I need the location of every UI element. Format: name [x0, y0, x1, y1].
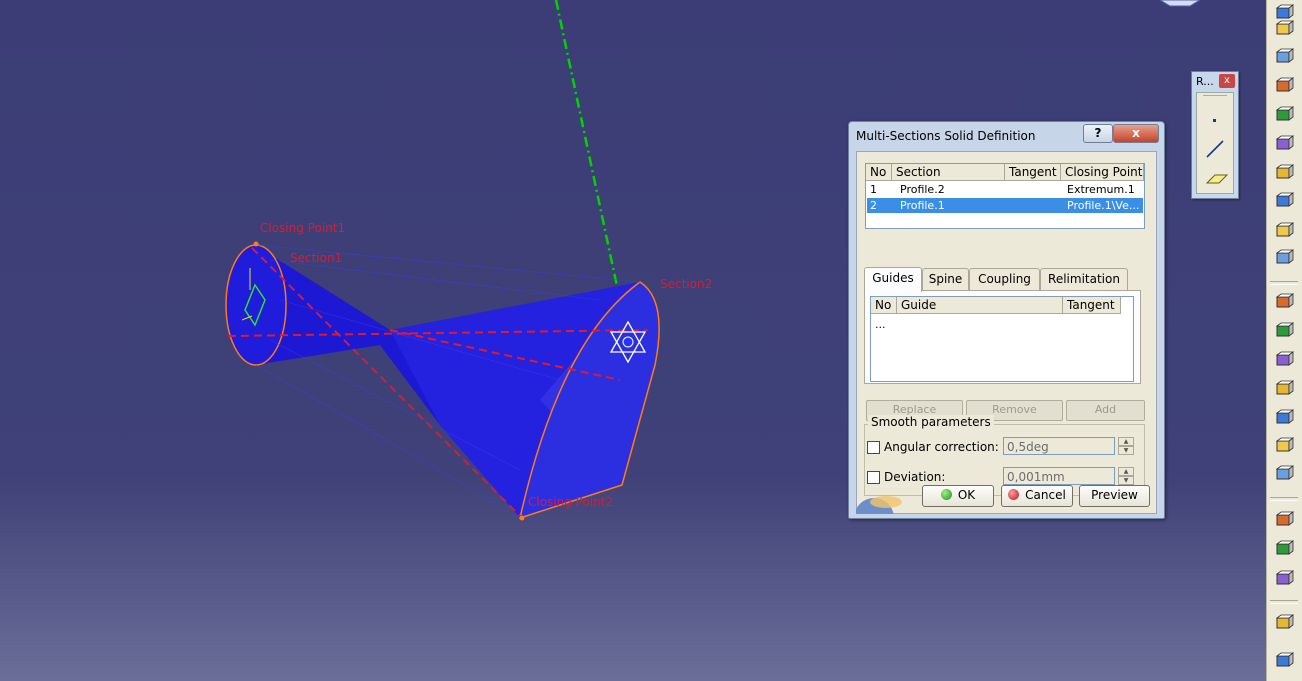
toolbar-separator [1270, 600, 1298, 604]
closing-point2-label[interactable]: Closing Point2 [528, 495, 613, 509]
chamfer-icon[interactable] [1273, 320, 1295, 342]
spin-down-icon[interactable]: ▼ [1118, 476, 1134, 485]
cell-closing-point: Profile.1\Ve... [1067, 199, 1140, 212]
closing-point1-marker[interactable] [253, 241, 259, 247]
toolbar-separator [1270, 281, 1298, 285]
toolbar-close-button[interactable]: x [1219, 74, 1235, 88]
multi-sections-solid-icon[interactable] [1273, 220, 1295, 242]
draft-icon[interactable] [1273, 349, 1295, 371]
shell-icon[interactable] [1273, 378, 1295, 400]
cell-no: 2 [870, 199, 877, 212]
deviation-checkbox[interactable] [867, 471, 880, 484]
col-header-tangent[interactable]: Tangent [1005, 164, 1061, 181]
thickness-icon[interactable] [1273, 407, 1295, 429]
reference-elements-toolbar[interactable]: R... x [1191, 71, 1239, 199]
spin-up-icon[interactable]: ▲ [1118, 437, 1134, 446]
ok-led-icon [940, 489, 952, 500]
flag-note-icon[interactable] [1273, 568, 1295, 590]
sections-table[interactable]: No Section Tangent Closing Point 1 Profi… [865, 163, 1145, 229]
remove-face-icon[interactable] [1273, 463, 1295, 485]
spin-up-icon[interactable]: ▲ [1118, 467, 1134, 476]
deviation-field[interactable]: 0,001mm [1003, 467, 1115, 485]
dialog-client: No Section Tangent Closing Point 1 Profi… [856, 151, 1157, 514]
guides-panel: No Guide Tangent ... [864, 290, 1141, 384]
spin-down-icon[interactable]: ▼ [1118, 446, 1134, 455]
catia-globe-icon [856, 488, 904, 514]
dialog-titlebar[interactable]: Multi-Sections Solid Definition ? x [849, 122, 1164, 148]
hole-icon[interactable] [1273, 104, 1295, 126]
dialog-close-button[interactable]: x [1113, 124, 1159, 143]
table-row[interactable]: 1 Profile.2 Extremum.1 [866, 182, 1144, 197]
deviation-label: Deviation: [884, 470, 946, 484]
part-design-toolbar [1266, 0, 1302, 681]
thread-icon[interactable] [1273, 435, 1295, 457]
section2-label[interactable]: Section2 [660, 277, 712, 291]
section1-label[interactable]: Section1 [290, 251, 342, 265]
replace-face-icon[interactable] [1273, 509, 1295, 531]
closing-point1-label[interactable]: Closing Point1 [260, 221, 345, 235]
cell-tangent [1005, 182, 1061, 197]
col-header-section[interactable]: Section [892, 164, 1005, 181]
removed-multi-sections-icon[interactable] [1273, 247, 1295, 269]
closing-point2-marker[interactable] [519, 515, 525, 521]
tab-guides[interactable]: Guides [864, 267, 922, 292]
col-header-closing-point[interactable]: Closing Point [1061, 164, 1144, 181]
cell-section: Profile.1 [900, 199, 945, 212]
ok-button[interactable]: OK [922, 485, 994, 507]
toolbar-separator [1270, 497, 1298, 501]
add-button[interactable]: Add [1066, 400, 1145, 421]
tab-coupling[interactable]: Coupling [969, 268, 1040, 291]
analysis-icon[interactable] [1273, 650, 1295, 672]
cell-no[interactable]: ... [871, 317, 897, 332]
ok-label: OK [957, 488, 976, 502]
angular-correction-label: Angular correction: [884, 440, 999, 454]
toolbar-title: R... [1196, 75, 1214, 88]
angular-correction-spinner[interactable]: ▲ ▼ [1118, 437, 1134, 455]
col-header-no[interactable]: No [866, 164, 892, 181]
cancel-button[interactable]: Cancel [1001, 485, 1073, 507]
groove-icon[interactable] [1273, 75, 1295, 97]
toolbar-body [1196, 92, 1234, 194]
plane-icon[interactable] [1205, 169, 1229, 189]
preview-button[interactable]: Preview [1079, 485, 1150, 507]
multi-sections-solid-dialog[interactable]: Multi-Sections Solid Definition ? x No S… [848, 121, 1165, 519]
angular-correction-field[interactable]: 0,5deg [1003, 437, 1115, 455]
rib-icon[interactable] [1273, 133, 1295, 155]
stiffener-icon[interactable] [1273, 190, 1295, 212]
pocket-icon[interactable] [1273, 18, 1295, 40]
shaft-icon[interactable] [1273, 46, 1295, 68]
col-header-tangent[interactable]: Tangent [1063, 297, 1121, 314]
smooth-parameters-legend: Smooth parameters [868, 415, 994, 429]
cell-closing-point: Extremum.1 [1067, 183, 1135, 196]
angular-correction-checkbox[interactable] [867, 441, 880, 454]
point-icon[interactable] [1205, 111, 1225, 131]
col-header-guide[interactable]: Guide [897, 297, 1063, 314]
cell-section: Profile.2 [900, 183, 945, 196]
tab-relimitation[interactable]: Relimitation [1040, 268, 1128, 291]
deviation-spinner[interactable]: ▲ ▼ [1118, 467, 1134, 485]
compass-icon[interactable] [1159, 0, 1201, 7]
fillet-icon[interactable] [1273, 291, 1295, 313]
cell-tangent [1005, 198, 1061, 213]
measure-icon[interactable] [1273, 612, 1295, 634]
col-header-no[interactable]: No [871, 297, 897, 314]
dialog-title: Multi-Sections Solid Definition [856, 129, 1036, 143]
guides-table[interactable]: No Guide Tangent ... [870, 296, 1134, 382]
tab-spine[interactable]: Spine [922, 268, 969, 291]
cancel-led-icon [1008, 489, 1020, 500]
text-annotation-icon[interactable] [1273, 538, 1295, 560]
line-icon[interactable] [1205, 139, 1225, 159]
cancel-label: Cancel [1025, 488, 1066, 502]
table-row-selected[interactable]: 2 Profile.1 Profile.1\Ve... [867, 198, 1143, 213]
help-button[interactable]: ? [1083, 124, 1113, 143]
cell-no: 1 [870, 183, 877, 196]
slot-icon[interactable] [1273, 162, 1295, 184]
